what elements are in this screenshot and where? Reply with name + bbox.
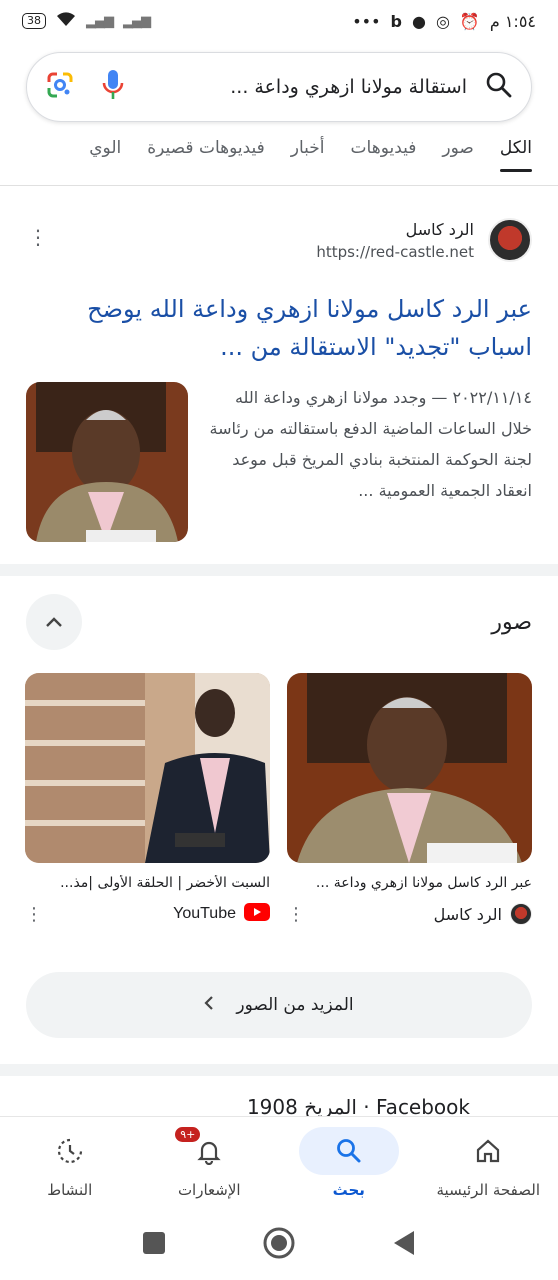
- more-notifications-icon: •••: [352, 11, 381, 31]
- microphone-icon[interactable]: [101, 68, 125, 106]
- image-thumbnail-1[interactable]: [287, 673, 532, 863]
- tab-news[interactable]: أخبار: [291, 130, 325, 185]
- nav-activity-label: النشاط: [47, 1181, 93, 1199]
- result-snippet: ٢٠٢٢/١١/١٤ — وجدد مولانا ازهري وداعة الل…: [209, 388, 532, 500]
- tab-videos[interactable]: فيديوهات: [351, 130, 417, 185]
- tab-all[interactable]: الكل: [499, 130, 533, 185]
- status-right: ••• b ● ◎ ⏰ ١:٥٤ م: [352, 12, 536, 31]
- signal-icon-2: ▂▄▆: [123, 13, 151, 29]
- image-card-1[interactable]: عبر الرد كاسل مولانا ازهري وداعة ... الر…: [287, 673, 532, 925]
- result-body: ٢٠٢٢/١١/١٤ — وجدد مولانا ازهري وداعة الل…: [26, 382, 532, 542]
- image-thumbnail-2[interactable]: [25, 673, 270, 863]
- search-icon[interactable]: [485, 71, 513, 103]
- nav-notifications[interactable]: +٩ الإشعارات: [140, 1117, 280, 1210]
- chevron-left-icon: [204, 995, 214, 1016]
- notifications-badge: +٩: [175, 1127, 201, 1142]
- search-result: الرد كاسل https://red-castle.net ⋮ عبر ا…: [0, 186, 558, 564]
- whatsapp-icon: ◎: [435, 11, 450, 31]
- home-icon: [438, 1127, 538, 1175]
- bell-icon: [159, 1127, 259, 1175]
- recents-icon[interactable]: [142, 1231, 166, 1259]
- image-menu-icon-2[interactable]: ⋮: [25, 904, 43, 925]
- search-bar[interactable]: استقالة مولانا ازهري وداعة ...: [26, 52, 532, 122]
- result-thumbnail[interactable]: [26, 382, 188, 542]
- bottom-nav: الصفحة الرئيسية بحث +٩ الإشعارات النشاط: [0, 1116, 558, 1210]
- chevron-up-icon: [46, 617, 62, 627]
- signal-icon: ▂▄▆: [86, 13, 114, 29]
- search-query[interactable]: استقالة مولانا ازهري وداعة ...: [125, 76, 467, 98]
- tab-short-videos[interactable]: فيديوهات قصيرة: [147, 130, 265, 185]
- nav-home[interactable]: الصفحة الرئيسية: [419, 1117, 558, 1210]
- app-b-icon: b: [390, 11, 402, 31]
- wifi-icon: [56, 11, 76, 31]
- status-left: 38 ▂▄▆ ▂▄▆: [22, 11, 151, 31]
- result-menu-icon[interactable]: ⋮: [28, 227, 48, 247]
- clock: ١:٥٤ م: [489, 11, 536, 31]
- system-nav-bar: [0, 1210, 558, 1280]
- site-favicon-small: [510, 903, 532, 925]
- site-info: الرد كاسل https://red-castle.net: [316, 220, 474, 261]
- image-source-name-1: الرد كاسل: [433, 904, 502, 924]
- site-name: الرد كاسل: [405, 219, 474, 239]
- image-source-1: الرد كاسل ⋮: [287, 903, 532, 925]
- back-icon[interactable]: [392, 1230, 416, 1260]
- image-menu-icon-1[interactable]: ⋮: [287, 904, 305, 925]
- status-bar: 38 ▂▄▆ ▂▄▆ ••• b ● ◎ ⏰ ١:٥٤ م: [0, 0, 558, 42]
- activity-icon: [20, 1127, 120, 1175]
- tab-web[interactable]: الوي: [89, 130, 121, 185]
- more-images-label: المزيد من الصور: [236, 995, 354, 1015]
- image-source-name-2: YouTube: [173, 905, 236, 922]
- nav-home-label: الصفحة الرئيسية: [436, 1181, 541, 1199]
- image-caption-2: السبت الأخضر | الحلقة الأولى |مذ...: [60, 875, 270, 891]
- section-divider: [0, 564, 558, 576]
- collapse-button[interactable]: [26, 594, 82, 650]
- images-section: صور عبر الرد كاسل مولانا ازهري وداعة ...…: [0, 576, 558, 1064]
- result-site[interactable]: الرد كاسل https://red-castle.net: [26, 212, 532, 268]
- search-nav-icon: [298, 1127, 399, 1175]
- battery-indicator: 38: [22, 13, 46, 29]
- google-lens-icon[interactable]: [45, 70, 75, 104]
- image-caption-1: عبر الرد كاسل مولانا ازهري وداعة ...: [315, 875, 532, 891]
- site-url: https://red-castle.net: [316, 242, 474, 261]
- nav-activity[interactable]: النشاط: [0, 1117, 140, 1210]
- section-divider-2: [0, 1064, 558, 1076]
- youtube-icon: [244, 903, 270, 925]
- alarm-icon: ⏰: [459, 11, 480, 31]
- nav-notifications-label: الإشعارات: [177, 1181, 241, 1199]
- chat-icon: ●: [411, 11, 426, 31]
- result-title[interactable]: عبر الرد كاسل مولانا ازهري وداعة الله يو…: [26, 290, 532, 366]
- images-heading: صور: [491, 610, 532, 635]
- home-button-icon[interactable]: [262, 1226, 296, 1264]
- search-tabs: الكل صور فيديوهات أخبار فيديوهات قصيرة ا…: [0, 130, 558, 186]
- nav-search-label: بحث: [332, 1181, 365, 1199]
- nav-search[interactable]: بحث: [279, 1117, 419, 1210]
- image-card-2[interactable]: السبت الأخضر | الحلقة الأولى |مذ... YouT…: [25, 673, 270, 925]
- more-images-button[interactable]: المزيد من الصور: [26, 972, 532, 1038]
- site-favicon: [488, 218, 532, 262]
- image-source-2: YouTube ⋮: [25, 903, 270, 925]
- tab-images[interactable]: صور: [442, 130, 473, 185]
